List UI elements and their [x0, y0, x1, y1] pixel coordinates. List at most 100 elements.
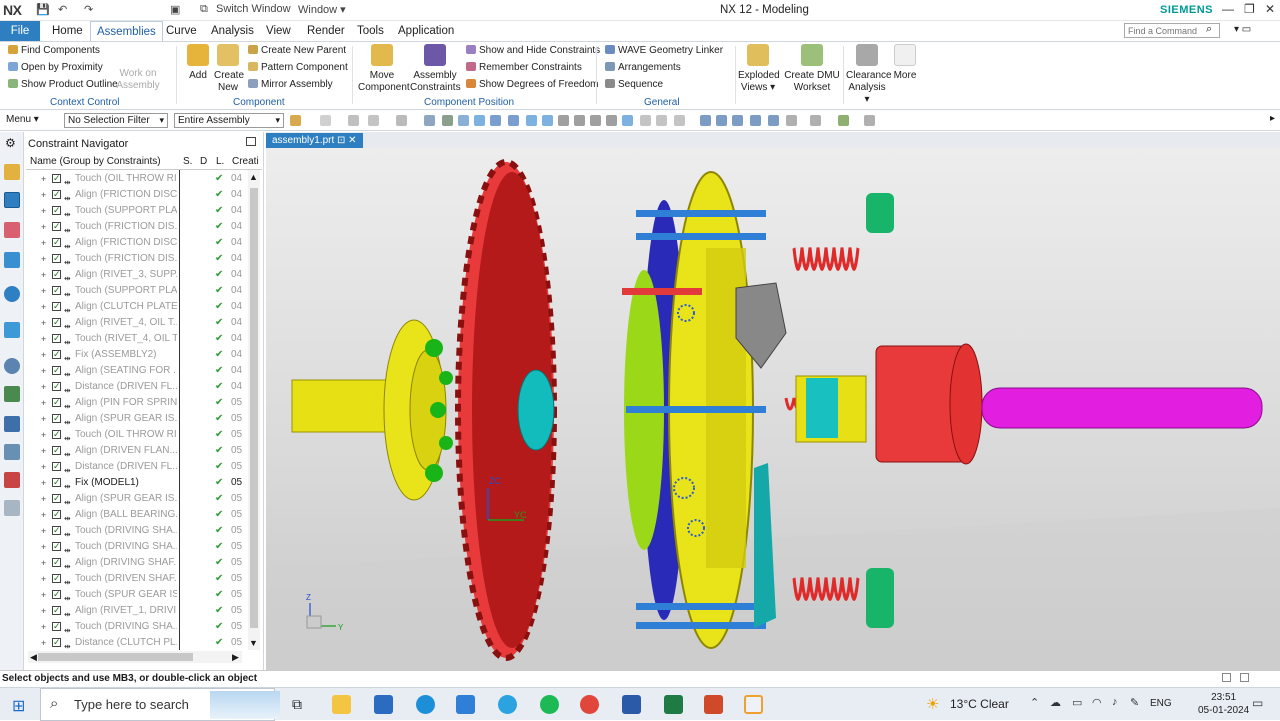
table-row[interactable]: +⇹Fix (MODEL1)✔05	[24, 474, 260, 491]
expand-icon[interactable]: +	[41, 267, 46, 283]
create-new-button[interactable]: Create New	[214, 44, 244, 94]
driving-shaft[interactable]	[981, 387, 1263, 429]
visibility-checkbox[interactable]	[52, 218, 61, 234]
bolt[interactable]	[425, 339, 443, 357]
telegram-icon[interactable]	[498, 695, 517, 714]
tab-options-icon[interactable]: ▾ ▭	[1228, 20, 1257, 40]
wifi-icon[interactable]: ◠	[1092, 696, 1102, 709]
spring-rod[interactable]	[626, 406, 766, 413]
save-icon[interactable]: 💾	[36, 3, 50, 16]
tab-curve[interactable]: Curve	[160, 21, 203, 41]
spring-cap[interactable]	[866, 193, 894, 233]
deselect-icon[interactable]	[368, 115, 379, 126]
wave-linker-button[interactable]: WAVE Geometry Linker	[605, 45, 723, 56]
expand-icon[interactable]: +	[41, 427, 46, 443]
switch-window-icon[interactable]: ⧉	[200, 3, 208, 16]
assembly-constraints-button[interactable]: Assembly Constraints	[410, 44, 461, 94]
table-row[interactable]: +⇹Align (RIVET_3, SUPP...✔04	[24, 266, 260, 283]
tab-render[interactable]: Render	[301, 21, 351, 41]
tab-application[interactable]: Application	[392, 21, 460, 41]
visibility-checkbox[interactable]	[52, 346, 61, 362]
table-row[interactable]: +⇹Fix (ASSEMBLY2)✔04	[24, 346, 260, 363]
visibility-checkbox[interactable]	[52, 330, 61, 346]
visibility-checkbox[interactable]	[52, 426, 61, 442]
process-studio-icon[interactable]	[4, 386, 20, 402]
expand-icon[interactable]: +	[41, 171, 46, 187]
tab-analysis[interactable]: Analysis	[205, 21, 260, 41]
drum-flange[interactable]	[949, 343, 983, 465]
expand-icon[interactable]: +	[41, 251, 46, 267]
spotify-icon[interactable]	[540, 695, 559, 714]
work-layer-icon[interactable]	[864, 115, 875, 126]
select-icon[interactable]	[320, 115, 331, 126]
clock[interactable]: 23:51 05-01-2024	[1198, 691, 1249, 717]
powerpoint-icon[interactable]	[704, 695, 723, 714]
reuse-library-icon[interactable]	[4, 252, 20, 268]
expand-icon[interactable]: +	[41, 363, 46, 379]
roles-icon[interactable]	[4, 444, 20, 460]
file-explorer-icon[interactable]	[332, 695, 351, 714]
table-row[interactable]: +⇹Align (FRICTION DISC...✔04	[24, 186, 260, 203]
table-row[interactable]: +⇹Align (BALL BEARING...✔05	[24, 506, 260, 523]
show-hide-constraints-button[interactable]: Show and Hide Constraints	[466, 45, 600, 56]
horizontal-scroll-thumb[interactable]	[38, 653, 193, 661]
zoom-icon[interactable]	[768, 115, 779, 126]
file-tab[interactable]: assembly1.prt ⊡ ✕	[266, 133, 363, 148]
expand-icon[interactable]: +	[41, 539, 46, 555]
snap-quadrant-icon[interactable]	[558, 115, 569, 126]
spring-rod[interactable]	[622, 288, 702, 295]
lasso-icon[interactable]	[396, 115, 407, 126]
expand-icon[interactable]: +	[41, 475, 46, 491]
visibility-checkbox[interactable]	[52, 394, 61, 410]
table-row[interactable]: +⇹Align (DRIVEN FLAN...✔05	[24, 442, 260, 459]
table-row[interactable]: +⇹Align (RIVET_4, OIL T...✔04	[24, 314, 260, 331]
expand-icon[interactable]: +	[41, 507, 46, 523]
snap-bounded-icon[interactable]	[656, 115, 667, 126]
system-scenes-icon[interactable]	[4, 472, 20, 488]
table-row[interactable]: +⇹Touch (RIVET_4, OIL T...✔04	[24, 330, 260, 347]
table-row[interactable]: +⇹Distance (DRIVEN FL...✔04	[24, 378, 260, 395]
table-row[interactable]: +⇹Touch (OIL THROW RI...✔05	[24, 426, 260, 443]
visibility-checkbox[interactable]	[52, 314, 61, 330]
history-icon[interactable]	[4, 358, 20, 374]
open-by-proximity-button[interactable]: Open by Proximity	[8, 62, 103, 73]
expand-icon[interactable]: +	[41, 635, 46, 651]
visibility-checkbox[interactable]	[52, 170, 61, 186]
visibility-checkbox[interactable]	[52, 282, 61, 298]
table-row[interactable]: +⇹Touch (DRIVEN SHAF...✔05	[24, 570, 260, 587]
expand-icon[interactable]: +	[41, 603, 46, 619]
undo-icon[interactable]: ↶	[58, 3, 67, 16]
driven-shaft[interactable]	[291, 379, 393, 433]
spring-rod[interactable]	[636, 210, 766, 217]
show-product-outline-button[interactable]: Show Product Outline	[8, 79, 118, 90]
snap-curve-icon[interactable]	[526, 115, 537, 126]
settings-gear-icon[interactable]: ⚙	[5, 136, 16, 150]
component-select-icon[interactable]	[424, 115, 435, 126]
table-row[interactable]: +⇹Align (SEATING FOR ...✔04	[24, 362, 260, 379]
graphics-window[interactable]: ZC YC Z Y	[266, 148, 1280, 670]
table-row[interactable]: +⇹Touch (SUPPORT PLA...✔04	[24, 202, 260, 219]
spring-rod[interactable]	[636, 233, 766, 240]
view-icon[interactable]	[700, 115, 711, 126]
visibility-checkbox[interactable]	[52, 234, 61, 250]
expand-icon[interactable]: +	[41, 395, 46, 411]
expand-icon[interactable]: +	[41, 587, 46, 603]
expand-icon[interactable]: +	[41, 619, 46, 635]
snap-line-icon[interactable]	[490, 115, 501, 126]
task-view-icon[interactable]: ⧉	[292, 696, 302, 713]
bolt[interactable]	[439, 436, 453, 450]
orient-view-icon[interactable]	[810, 115, 821, 126]
assembly-navigator-icon[interactable]	[4, 164, 20, 180]
clearance-analysis-button[interactable]: Clearance Analysis ▾	[846, 44, 892, 106]
table-row[interactable]: +⇹Align (PIN FOR SPRIN...✔05	[24, 394, 260, 411]
bolt[interactable]	[425, 464, 443, 482]
menu-button[interactable]: Menu ▾	[6, 114, 39, 125]
window-menu[interactable]: Window ▾	[298, 3, 346, 16]
expand-icon[interactable]: +	[41, 555, 46, 571]
mirror-assembly-button[interactable]: Mirror Assembly	[248, 79, 333, 90]
expand-icon[interactable]: +	[41, 315, 46, 331]
tray-overflow-icon[interactable]: ⌃	[1030, 696, 1039, 709]
arrangements-button[interactable]: Arrangements	[605, 62, 681, 73]
tab-tools[interactable]: Tools	[351, 21, 390, 41]
snap-point-icon[interactable]	[590, 115, 601, 126]
